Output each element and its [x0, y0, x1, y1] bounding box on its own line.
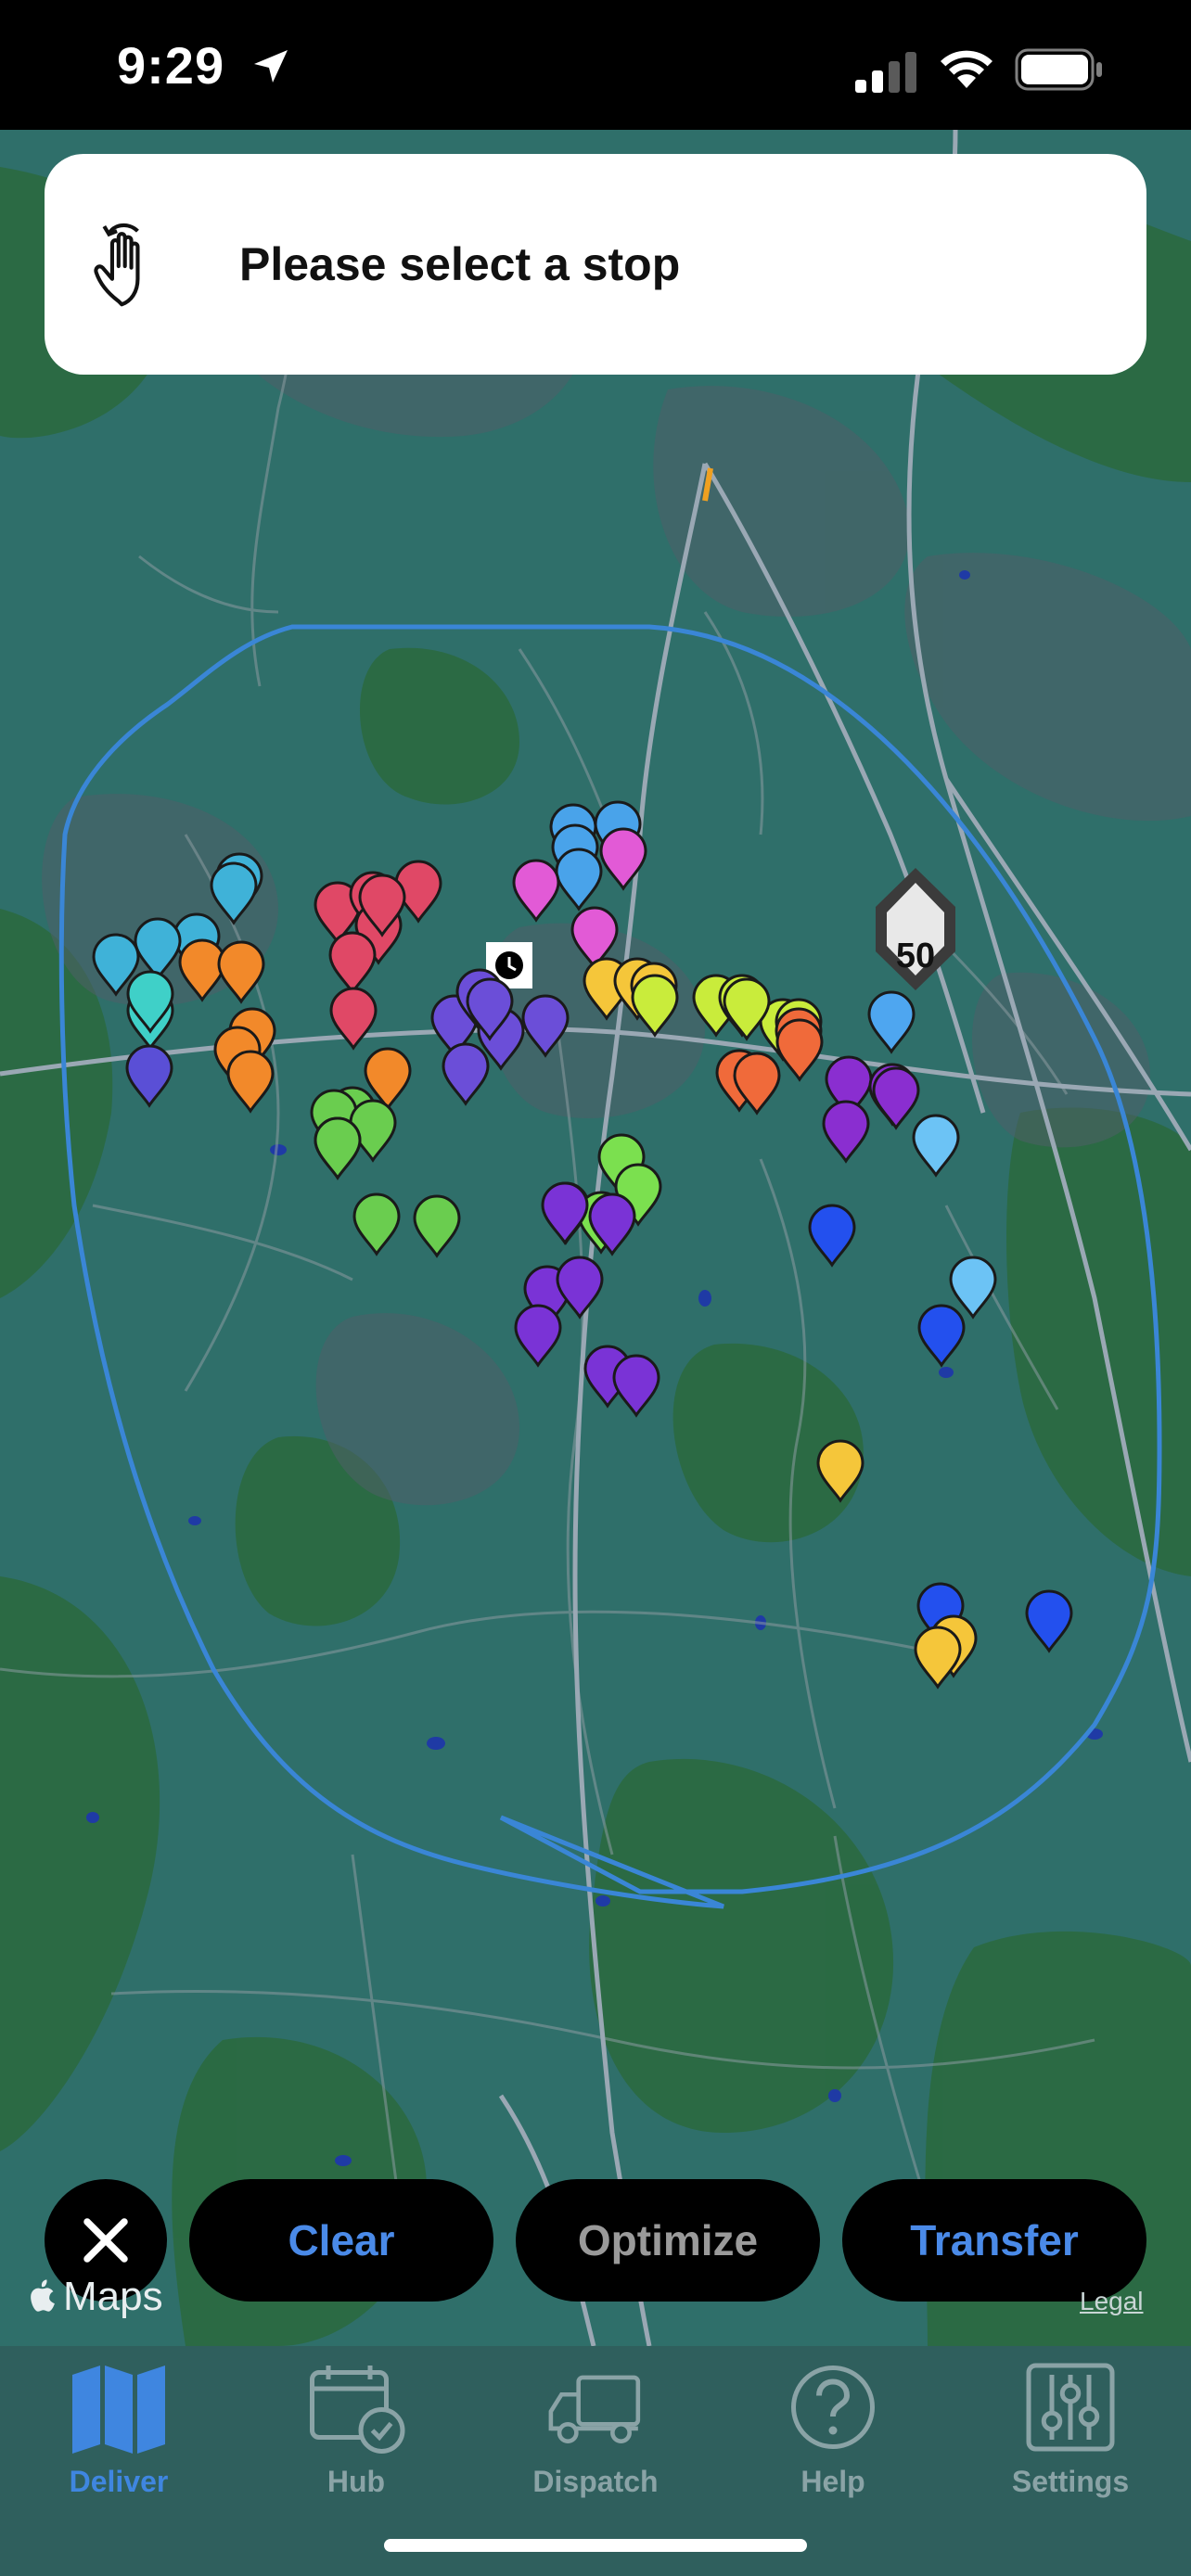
stop-pin[interactable] — [816, 1439, 864, 1503]
stop-pin[interactable] — [612, 1354, 660, 1418]
clear-button[interactable]: Clear — [189, 2179, 493, 2302]
status-time: 9:29 — [117, 36, 225, 95]
tab-label: Hub — [327, 2465, 386, 2498]
stop-pin[interactable] — [329, 987, 378, 1051]
stop-pin[interactable] — [442, 1042, 490, 1106]
map-view[interactable]: 50 — [0, 130, 1191, 2346]
status-bar: 9:29 — [0, 0, 1191, 130]
stop-pin[interactable] — [822, 1100, 870, 1164]
stop-pin[interactable] — [217, 940, 265, 1004]
truck-icon — [548, 2375, 641, 2443]
stop-pin[interactable] — [917, 1304, 966, 1368]
location-arrow-icon — [254, 50, 288, 83]
stop-pin[interactable] — [949, 1256, 997, 1320]
stop-pin[interactable] — [631, 974, 679, 1038]
stop-pin[interactable] — [514, 1304, 562, 1368]
cellular-signal-icon — [855, 52, 916, 93]
stop-pin[interactable] — [541, 1181, 589, 1245]
maps-label: Maps — [63, 2274, 163, 2319]
tab-label: Dispatch — [532, 2465, 659, 2498]
stop-pin[interactable] — [808, 1204, 856, 1268]
sliders-icon — [1026, 2363, 1115, 2452]
stop-pin[interactable] — [413, 1194, 461, 1258]
apple-logo-icon — [31, 2279, 55, 2312]
stop-pin[interactable] — [226, 1050, 275, 1114]
stop-pins-layer[interactable] — [0, 130, 1191, 2346]
home-indicator — [384, 2539, 807, 2552]
tab-label: Settings — [1011, 2465, 1130, 2498]
tab-dispatch[interactable]: Dispatch — [477, 2346, 714, 2531]
calendar-check-icon — [310, 2366, 405, 2454]
stop-pin[interactable] — [867, 990, 916, 1054]
stop-pin[interactable] — [521, 994, 570, 1058]
stop-pin[interactable] — [314, 1116, 362, 1180]
maps-attribution: Maps — [26, 2274, 163, 2320]
tab-settings[interactable]: Settings — [952, 2346, 1189, 2531]
wifi-icon — [941, 50, 992, 88]
stop-pin[interactable] — [512, 859, 560, 923]
stop-pin[interactable] — [178, 938, 226, 1002]
stop-pin[interactable] — [775, 1018, 824, 1082]
stop-pin[interactable] — [352, 1192, 401, 1256]
transfer-button[interactable]: Transfer — [842, 2179, 1146, 2302]
stop-pin[interactable] — [556, 1256, 604, 1320]
map-icon — [72, 2366, 165, 2454]
optimize-button[interactable]: Optimize — [516, 2179, 820, 2302]
stop-pin[interactable] — [555, 848, 603, 912]
battery-icon — [1015, 48, 1102, 91]
legal-link[interactable]: Legal — [1080, 2287, 1144, 2316]
prompt-text: Please select a stop — [239, 238, 681, 290]
prompt-card: Please select a stop — [45, 154, 1146, 375]
stop-pin[interactable] — [1025, 1589, 1073, 1653]
tab-hub[interactable]: Hub — [237, 2346, 475, 2531]
stop-pin[interactable] — [328, 931, 377, 995]
stop-pin[interactable] — [599, 827, 647, 891]
stop-pin[interactable] — [210, 861, 258, 925]
stop-pin[interactable] — [134, 917, 182, 981]
tab-help[interactable]: Help — [714, 2346, 952, 2531]
tab-label: Help — [800, 2465, 865, 2498]
stop-pin[interactable] — [872, 1066, 920, 1130]
stop-pin[interactable] — [912, 1114, 960, 1178]
stop-pin[interactable] — [125, 1044, 173, 1108]
question-icon — [791, 2366, 875, 2449]
close-icon — [83, 2218, 128, 2263]
tab-label: Deliver — [69, 2465, 169, 2498]
tab-deliver[interactable]: Deliver — [0, 2346, 237, 2531]
tap-hand-icon — [94, 223, 140, 307]
